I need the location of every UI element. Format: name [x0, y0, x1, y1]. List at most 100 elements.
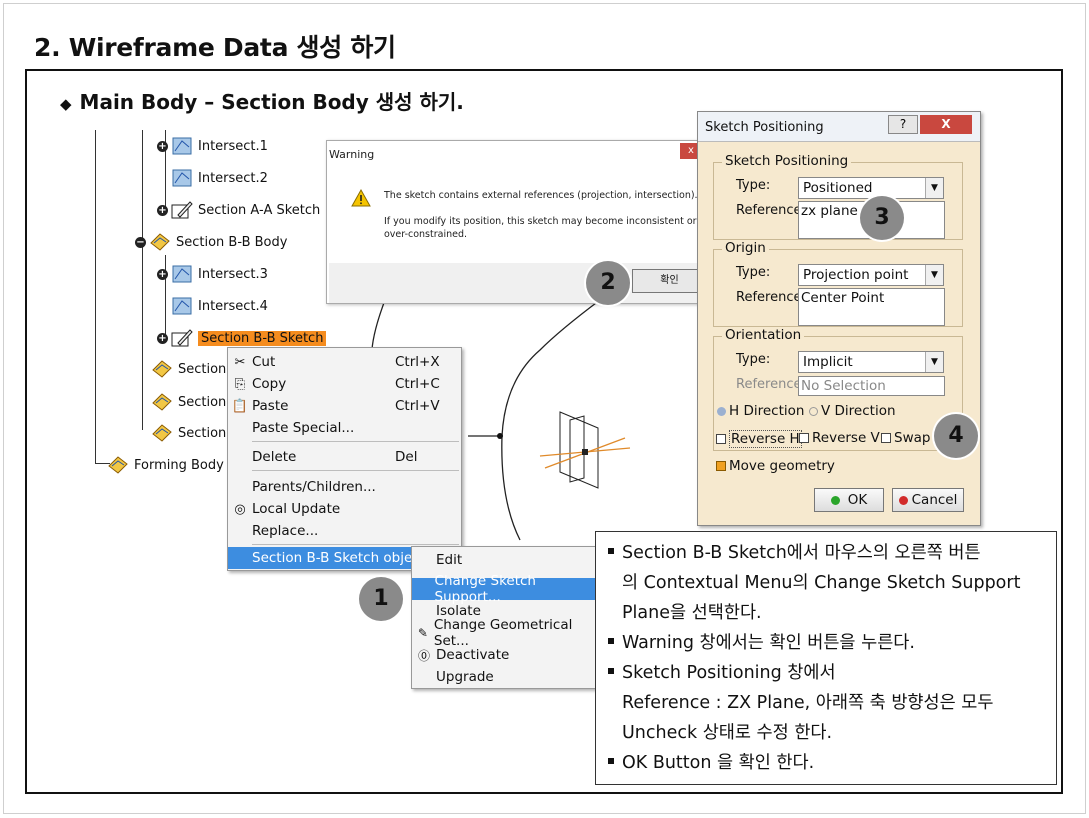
menu-separator [252, 470, 459, 471]
instruction-note: Section B-B Sketch에서 마우스의 오른쪽 버튼 의 Conte… [595, 531, 1057, 785]
radio-empty-icon [809, 406, 818, 416]
reverse-h-checkbox[interactable]: Reverse H [716, 430, 802, 448]
warning-triangle-icon [351, 189, 371, 207]
help-button[interactable]: ? [888, 115, 918, 134]
intersect-icon [172, 265, 192, 283]
sketch-positioning-dialog: Sketch Positioning ? X Sketch Positionin… [697, 111, 981, 526]
swap-checkbox[interactable]: Swap [881, 430, 930, 446]
chevron-down-icon: ▼ [925, 178, 943, 198]
sketch-icon [171, 201, 193, 219]
collapse-icon[interactable]: − [135, 236, 146, 248]
h-direction-radio[interactable]: H Direction [717, 403, 804, 419]
submenu-item-deactivate[interactable]: ⓪ Deactivate [412, 644, 596, 666]
tree-node-intersect-3[interactable]: + Intersect.3 [157, 263, 268, 285]
reverse-v-checkbox[interactable]: Reverse V [799, 430, 880, 446]
note-line: OK Button 을 확인 한다. [608, 752, 814, 774]
cancel-button[interactable]: Cancel [892, 488, 964, 512]
page-title: 2. Wireframe Data 생성 하기 [34, 33, 396, 62]
checkbox-icon [881, 433, 891, 443]
menu-item-parents-children[interactable]: Parents/Children... [228, 476, 461, 498]
body-icon [108, 456, 128, 474]
sketch-icon [171, 329, 193, 347]
tree-node-section-5[interactable]: Section [150, 358, 226, 380]
section-subtitle: ◆ Main Body – Section Body 생성 하기. [60, 86, 464, 115]
warning-message-line-1: The sketch contains external references … [384, 190, 698, 201]
menu-separator [252, 441, 459, 442]
copy-icon: ⎘ [234, 376, 246, 392]
body-icon [152, 393, 172, 411]
note-line: Section B-B Sketch에서 마우스의 오른쪽 버튼 [608, 542, 981, 564]
submenu-item-change-sketch-support[interactable]: Change Sketch Support... [412, 573, 596, 605]
menu-item-paste-special[interactable]: Paste Special... [228, 417, 461, 439]
diamond-bullet-icon: ◆ [60, 95, 72, 113]
tree-node-section-aa-sketch[interactable]: + Section A-A Sketch [157, 199, 320, 221]
square-bullet-icon [608, 638, 614, 644]
expand-icon[interactable]: + [157, 332, 168, 344]
warning-message-line-2: If you modify its position, this sketch … [384, 216, 697, 227]
tree-node-forming-body[interactable]: Forming Body [106, 454, 224, 476]
checkbox-checked-icon [716, 461, 726, 471]
checkbox-icon [716, 434, 726, 444]
dialog-titlebar: Sketch Positioning ? X [698, 112, 980, 142]
geometrical-set-icon: ✎ [417, 626, 428, 640]
square-bullet-icon [608, 548, 614, 554]
cancel-red-dot-icon [898, 495, 908, 505]
body-icon [150, 233, 170, 251]
warning-dialog-title: Warning [329, 148, 375, 161]
expand-icon[interactable]: + [157, 204, 168, 216]
object-submenu: Edit Change Sketch Support... Isolate ✎ C… [411, 546, 597, 689]
positioning-type-select[interactable]: Positioned ▼ [798, 177, 944, 199]
expand-icon[interactable]: + [157, 268, 168, 280]
tree-node-section-bb-sketch[interactable]: + Section B-B Sketch [157, 327, 327, 349]
tree-node-section-bb-body[interactable]: − Section B-B Body [135, 231, 287, 253]
radio-selected-icon [717, 406, 726, 416]
checkbox-icon [799, 433, 809, 443]
ok-button[interactable]: OK [814, 488, 884, 512]
intersect-icon [172, 169, 192, 187]
menu-item-paste[interactable]: 📋 Paste Ctrl+V [228, 395, 461, 417]
tree-node-section-7[interactable]: Section [150, 422, 226, 444]
warning-message-line-3: over-constrained. [384, 229, 468, 240]
body-icon [152, 424, 172, 442]
square-bullet-icon [608, 668, 614, 674]
menu-item-replace[interactable]: Replace... [228, 520, 461, 542]
menu-item-cut[interactable]: ✂ Cut Ctrl+X [228, 351, 461, 373]
step-marker-4: 4 [934, 414, 978, 458]
note-line: Uncheck 상태로 수정 한다. [622, 723, 833, 743]
menu-item-delete[interactable]: Delete Del [228, 446, 461, 468]
step-marker-1: 1 [359, 577, 403, 621]
step-marker-2: 2 [586, 261, 630, 305]
scissors-icon: ✂ [234, 354, 246, 370]
tree-node-section-6[interactable]: Section [150, 391, 226, 413]
warning-dialog: Warning x The sketch contains external r… [326, 140, 711, 304]
tree-node-intersect-1[interactable]: + Intersect.1 [157, 135, 268, 157]
tree-node-intersect-2[interactable]: Intersect.2 [170, 167, 268, 189]
expand-icon[interactable]: + [157, 140, 168, 152]
move-geometry-checkbox[interactable]: Move geometry [716, 458, 835, 474]
note-line: Reference : ZX Plane, 아래쪽 축 방향성은 모두 [622, 693, 994, 713]
confirm-button[interactable]: 확인 [632, 269, 707, 293]
square-bullet-icon [608, 758, 614, 764]
tree-trunk-2 [142, 130, 143, 430]
subtitle-text: Main Body – Section Body 생성 하기. [79, 90, 464, 114]
paste-icon: 📋 [231, 398, 249, 414]
update-icon: ◎ [234, 501, 246, 517]
tree-node-intersect-4[interactable]: Intersect.4 [170, 295, 268, 317]
tree-trunk [95, 130, 96, 463]
v-direction-radio[interactable]: V Direction [809, 403, 896, 419]
submenu-item-upgrade[interactable]: Upgrade [412, 666, 596, 688]
submenu-item-edit[interactable]: Edit [412, 549, 596, 571]
menu-item-copy[interactable]: ⎘ Copy Ctrl+C [228, 373, 461, 395]
close-button[interactable]: X [920, 115, 972, 134]
menu-item-local-update[interactable]: ◎ Local Update [228, 498, 461, 520]
submenu-item-change-geometrical-set[interactable]: ✎ Change Geometrical Set... [412, 617, 596, 649]
group-sketch-positioning: Sketch Positioning Type: Positioned ▼ Ref… [713, 153, 963, 240]
orientation-type-select[interactable]: Implicit ▼ [798, 351, 944, 373]
orientation-reference-field[interactable]: No Selection [798, 376, 945, 396]
group-origin: Origin Type: Projection point ▼ Reference… [713, 240, 963, 327]
origin-type-select[interactable]: Projection point ▼ [798, 264, 944, 286]
dialog-title: Sketch Positioning [705, 120, 824, 135]
intersect-icon [172, 297, 192, 315]
origin-reference-field[interactable]: Center Point [798, 288, 945, 326]
body-icon [152, 360, 172, 378]
